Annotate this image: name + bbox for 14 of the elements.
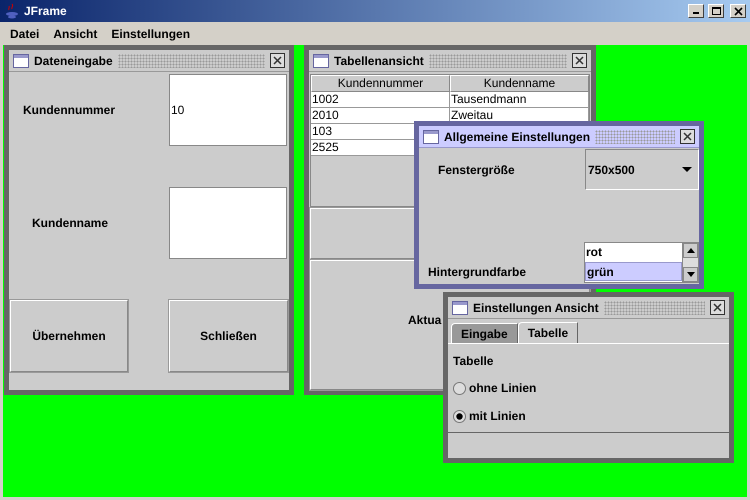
radio-label: ohne Linien (469, 380, 536, 397)
frame-title: Tabellenansicht (334, 52, 424, 70)
dropdown-value: 750x500 (588, 162, 635, 178)
table-cell: 1002 (311, 92, 450, 107)
window-title: JFrame (24, 3, 68, 20)
field-label: Kundennummer (22, 102, 116, 119)
frame-title: Einstellungen Ansicht (473, 300, 599, 316)
field-label: Fenstergröße (437, 162, 516, 178)
table-cell: Tausendmann (450, 92, 589, 107)
field-label: Kundenname (31, 215, 110, 232)
section-label: Tabelle (453, 353, 494, 368)
radio-label: mit Linien (469, 408, 526, 425)
frame-title: Dateneingabe (34, 52, 113, 70)
field-label: Hintergrundfarbe (427, 264, 528, 281)
